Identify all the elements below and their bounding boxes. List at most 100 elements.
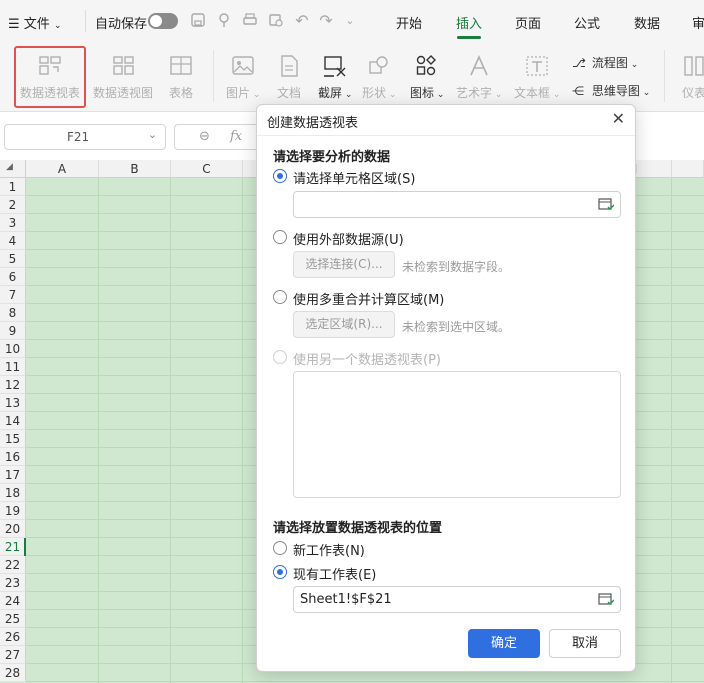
row-header[interactable]: 17 (0, 466, 26, 484)
radio-another-pivot[interactable] (273, 350, 287, 364)
print-preview-icon[interactable] (267, 12, 285, 30)
cancel-button[interactable]: 取消 (549, 629, 621, 658)
autosave-toggle[interactable] (148, 13, 178, 29)
dialog-title: 创建数据透视表 (267, 116, 359, 131)
close-icon[interactable]: ✕ (612, 109, 625, 128)
ribbon-divider (664, 50, 665, 102)
row-header[interactable]: 3 (0, 214, 26, 232)
row-header[interactable]: 13 (0, 394, 26, 412)
no-region-hint: 未检索到选中区域。 (402, 320, 511, 334)
tab-formula[interactable]: 公式 (574, 13, 600, 32)
undo-icon[interactable]: ↶ (293, 12, 311, 30)
select-connection-button[interactable]: 选择连接(C)... (293, 251, 395, 278)
row-header[interactable]: 6 (0, 268, 26, 286)
pivot-list[interactable] (293, 371, 621, 498)
selected-row-marker (24, 538, 26, 556)
row-header[interactable]: 22 (0, 556, 26, 574)
range-picker-icon[interactable] (598, 593, 614, 607)
redo-icon[interactable]: ↷ (317, 12, 335, 30)
row-header[interactable]: 14 (0, 412, 26, 430)
tab-home[interactable]: 开始 (396, 13, 422, 32)
export-pdf-icon[interactable] (215, 12, 233, 30)
table-button[interactable]: 表格 (168, 54, 194, 101)
name-box[interactable]: F21 ⌄ (4, 124, 166, 150)
row-header[interactable]: 26 (0, 628, 26, 646)
row-header[interactable]: 28 (0, 664, 26, 682)
radio-consolidate-label[interactable]: 使用多重合并计算区域(M) (293, 289, 444, 308)
zoom-search-icon[interactable]: ⊖ (199, 129, 210, 144)
gridline (26, 681, 704, 682)
range-input[interactable] (293, 191, 621, 218)
table-icon (170, 56, 192, 75)
select-all-corner[interactable]: ◢ (0, 160, 26, 178)
column-header-c[interactable]: C (171, 160, 243, 178)
row-header[interactable]: 18 (0, 484, 26, 502)
row-header[interactable]: 25 (0, 610, 26, 628)
row-header[interactable]: 2 (0, 196, 26, 214)
radio-external-source[interactable] (273, 230, 287, 244)
radio-another-pivot-label[interactable]: 使用另一个数据透视表(P) (293, 349, 441, 368)
tab-page[interactable]: 页面 (515, 13, 541, 32)
radio-existing-sheet-label[interactable]: 现有工作表(E) (293, 564, 376, 583)
icon-button[interactable]: 图标 ⌄ (410, 54, 444, 101)
document-button[interactable]: 文档 (276, 54, 302, 101)
mindmap-icon: ⋲ (572, 84, 584, 98)
picture-icon (232, 56, 254, 75)
radio-new-sheet-label[interactable]: 新工作表(N) (293, 540, 365, 559)
ok-button[interactable]: 确定 (468, 629, 540, 658)
row-header[interactable]: 7 (0, 286, 26, 304)
tab-data[interactable]: 数据 (634, 13, 660, 32)
row-header[interactable]: 15 (0, 430, 26, 448)
screenshot-button[interactable]: 截屏 ⌄ (318, 54, 352, 101)
column-header-b[interactable]: B (99, 160, 171, 178)
radio-external-source-label[interactable]: 使用外部数据源(U) (293, 229, 404, 248)
range-picker-icon[interactable] (598, 198, 614, 212)
row-header[interactable]: 8 (0, 304, 26, 322)
quick-access-chevron-icon[interactable]: ⌄ (341, 12, 359, 30)
row-header[interactable]: 1 (0, 178, 26, 196)
row-header[interactable]: 5 (0, 250, 26, 268)
row-header[interactable]: 12 (0, 376, 26, 394)
flowchart-button[interactable]: ⎇ 流程图 ⌄ (572, 54, 638, 71)
active-tab-indicator (457, 36, 481, 39)
row-header[interactable]: 19 (0, 502, 26, 520)
tab-review[interactable]: 审 (692, 13, 704, 32)
select-region-button[interactable]: 选定区域(R)... (293, 311, 395, 338)
divider (257, 135, 635, 136)
print-icon[interactable] (241, 12, 259, 30)
location-input[interactable]: Sheet1!$F$21 (293, 586, 621, 613)
wordart-button[interactable]: 艺术字 ⌄ (456, 54, 502, 101)
function-icon[interactable]: fx (230, 129, 242, 144)
row-header[interactable]: 24 (0, 592, 26, 610)
menu-bar: ☰ 文件 ⌄ 自动保存 ↶ ↷ ⌄ 开始 插入 页面 公式 数据 审 (0, 0, 704, 42)
shape-button[interactable]: 形状 ⌄ (362, 54, 396, 101)
radio-consolidate[interactable] (273, 290, 287, 304)
scissors-icon (324, 56, 346, 77)
radio-select-range-label[interactable]: 请选择单元格区域(S) (293, 168, 415, 187)
row-header[interactable]: 21 (0, 538, 26, 556)
row-header[interactable]: 9 (0, 322, 26, 340)
icons-icon (417, 55, 437, 76)
row-header[interactable]: 16 (0, 448, 26, 466)
radio-existing-sheet[interactable] (273, 565, 287, 579)
tab-insert[interactable]: 插入 (456, 13, 482, 32)
mindmap-button[interactable]: ⋲ 思维导图 ⌄ (572, 82, 650, 99)
row-header[interactable]: 11 (0, 358, 26, 376)
row-header[interactable]: 10 (0, 340, 26, 358)
chevron-down-icon: ⌄ (53, 21, 62, 31)
textbox-button[interactable]: 文本框 ⌄ (514, 54, 560, 101)
picture-button[interactable]: 图片 ⌄ (226, 54, 260, 101)
row-header[interactable]: 20 (0, 520, 26, 538)
dashboard-button[interactable]: 仪表 (681, 54, 704, 101)
column-header-a[interactable]: A (26, 160, 99, 178)
pivot-chart-button[interactable]: 数据透视图 (93, 54, 153, 101)
column-header-j[interactable] (672, 160, 704, 178)
file-menu[interactable]: ☰ 文件 ⌄ (8, 13, 62, 32)
row-header[interactable]: 27 (0, 646, 26, 664)
row-header[interactable]: 4 (0, 232, 26, 250)
radio-new-sheet[interactable] (273, 541, 287, 555)
gridline (242, 178, 243, 683)
radio-select-range[interactable] (273, 169, 287, 183)
save-icon[interactable] (189, 12, 207, 30)
row-header[interactable]: 23 (0, 574, 26, 592)
